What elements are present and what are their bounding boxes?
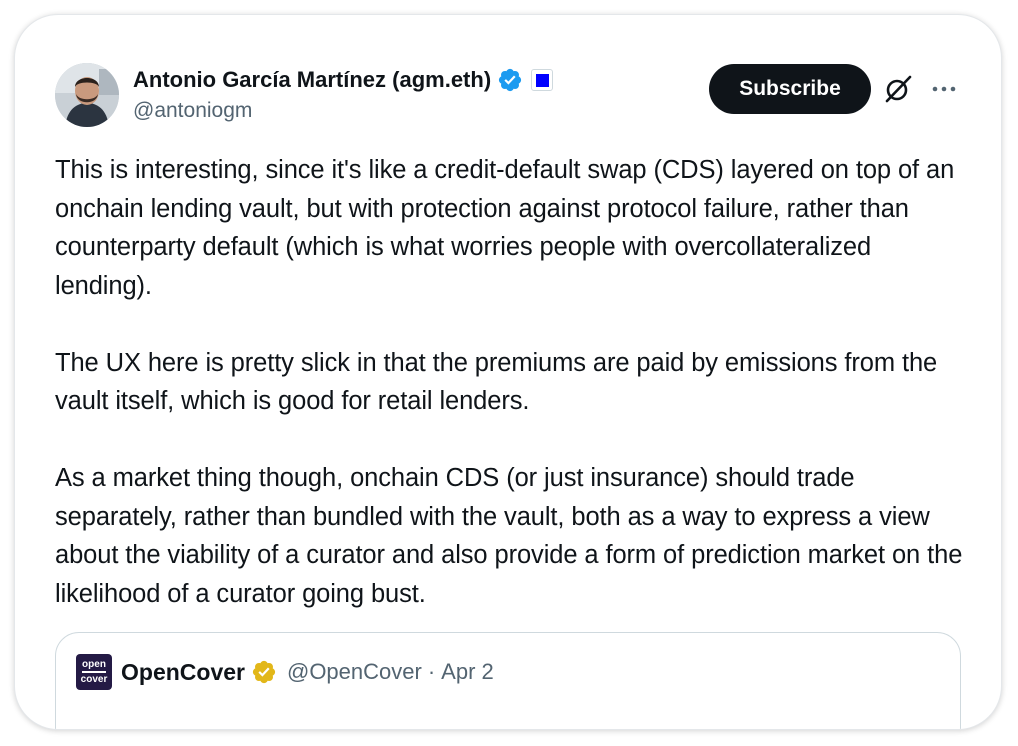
post-text: This is interesting, since it's like a c… [55,151,965,613]
affiliation-square [535,73,549,87]
author-display-name[interactable]: Antonio García Martínez (agm.eth) [133,67,491,93]
avatar-image [55,63,119,127]
post-card[interactable]: Antonio García Martínez (agm.eth) @anton… [14,14,1002,730]
quoted-post-header: open cover OpenCover @OpenCover · Apr 2 [76,653,494,691]
logo-divider [82,671,106,673]
more-icon[interactable] [930,75,958,103]
quoted-separator: · [427,659,436,684]
post-paragraph-2: The UX here is pretty slick in that the … [55,348,938,416]
author-handle[interactable]: @antoniogm [133,99,553,123]
quoted-post[interactable]: open cover OpenCover @OpenCover · Apr 2 [55,632,961,729]
author-avatar[interactable] [55,63,119,127]
grok-icon[interactable] [883,74,913,104]
quoted-date[interactable]: Apr 2 [441,659,494,685]
author-info: Antonio García Martínez (agm.eth) @anton… [133,65,554,123]
logo-text-bottom: cover [80,674,108,685]
verified-badge-icon [499,68,522,92]
gold-verified-badge-icon [252,660,276,684]
subscribe-button[interactable]: Subscribe [709,64,871,114]
quoted-display-name[interactable]: OpenCover [121,659,245,686]
post-header: Antonio García Martínez (agm.eth) @anton… [55,63,961,129]
quoted-handle[interactable]: @OpenCover [287,659,422,685]
opencover-logo[interactable]: open cover [76,654,112,690]
post-paragraph-3: As a market thing though, onchain CDS (o… [55,464,963,608]
post-paragraph-1: This is interesting, since it's like a c… [55,156,955,300]
affiliation-badge-icon[interactable] [531,69,554,91]
logo-text-top: open [82,659,106,670]
author-name-row: Antonio García Martínez (agm.eth) [133,65,554,95]
